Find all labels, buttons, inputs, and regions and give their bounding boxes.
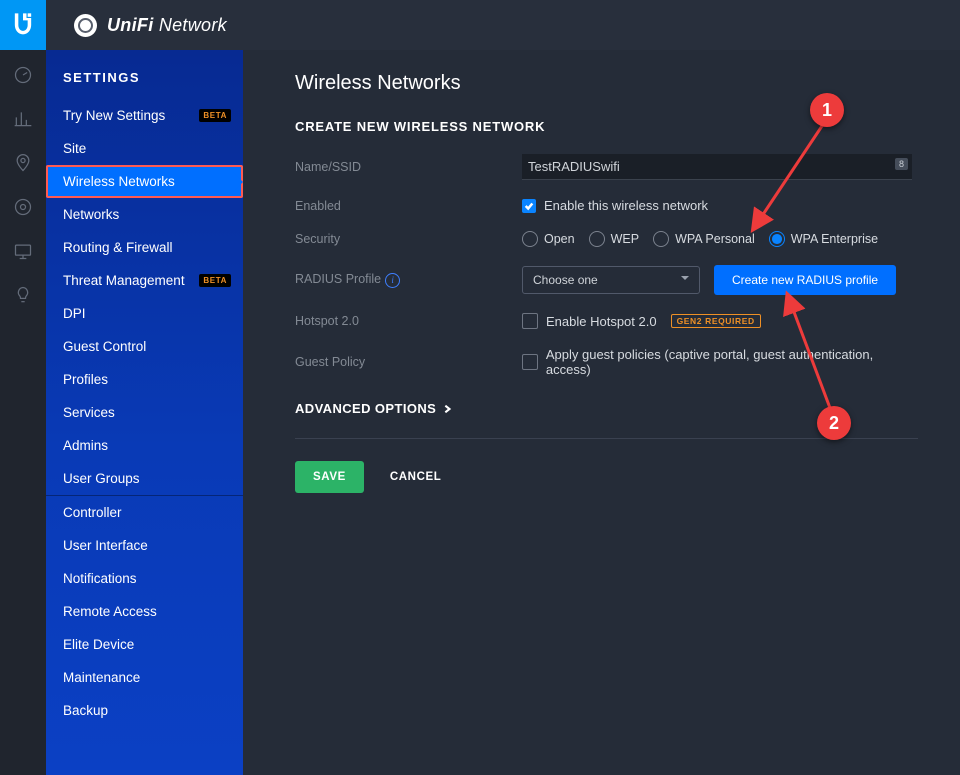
sidebar-item-label: DPI bbox=[63, 306, 86, 321]
sidebar-item-label: Threat Management bbox=[63, 273, 185, 288]
sidebar-item-networks[interactable]: Networks bbox=[46, 198, 243, 231]
sidebar-item-label: Profiles bbox=[63, 372, 108, 387]
radio-label: WPA Enterprise bbox=[791, 232, 878, 246]
main-panel: Wireless Networks CREATE NEW WIRELESS NE… bbox=[243, 50, 960, 775]
annotation-marker-2: 2 bbox=[817, 406, 851, 440]
sidebar-item-remote-access[interactable]: Remote Access bbox=[46, 595, 243, 628]
sidebar-item-guest-control[interactable]: Guest Control bbox=[46, 330, 243, 363]
radio-icon bbox=[522, 231, 538, 247]
clients-icon[interactable] bbox=[12, 240, 34, 262]
sidebar-item-label: Backup bbox=[63, 703, 108, 718]
sidebar-item-services[interactable]: Services bbox=[46, 396, 243, 429]
security-label: Security bbox=[295, 232, 522, 246]
radius-label: RADIUS Profilei bbox=[295, 272, 522, 288]
sidebar-item-label: Guest Control bbox=[63, 339, 146, 354]
product-badge: UniFi Network bbox=[74, 14, 227, 37]
enabled-label: Enabled bbox=[295, 199, 522, 213]
create-radius-profile-button[interactable]: Create new RADIUS profile bbox=[714, 265, 896, 295]
sidebar-item-dpi[interactable]: DPI bbox=[46, 297, 243, 330]
annotation-marker-1: 1 bbox=[810, 93, 844, 127]
map-icon[interactable] bbox=[12, 152, 34, 174]
brand-suffix: Network bbox=[159, 15, 227, 35]
brand-square[interactable] bbox=[0, 0, 46, 50]
divider bbox=[295, 438, 918, 439]
radio-label: WPA Personal bbox=[675, 232, 755, 246]
guest-policy-checkbox[interactable]: Apply guest policies (captive portal, gu… bbox=[522, 347, 918, 377]
sidebar-item-backup[interactable]: Backup bbox=[46, 694, 243, 727]
sidebar-item-try-new-settings[interactable]: Try New Settings BETA bbox=[46, 99, 243, 132]
save-button[interactable]: SAVE bbox=[295, 461, 364, 493]
statistics-icon[interactable] bbox=[12, 108, 34, 130]
hotspot-label: Hotspot 2.0 bbox=[295, 314, 522, 328]
insights-icon[interactable] bbox=[12, 284, 34, 306]
beta-badge: BETA bbox=[199, 109, 231, 122]
sidebar-item-notifications[interactable]: Notifications bbox=[46, 562, 243, 595]
sidebar-item-label: Admins bbox=[63, 438, 108, 453]
radio-icon bbox=[653, 231, 669, 247]
info-icon[interactable]: i bbox=[385, 273, 400, 288]
ubiquiti-logo-icon bbox=[9, 11, 37, 39]
page-title: Wireless Networks bbox=[295, 72, 918, 95]
gen2-required-badge: GEN2 REQUIRED bbox=[671, 314, 761, 328]
sidebar-item-label: Routing & Firewall bbox=[63, 240, 173, 255]
sidebar-item-label: Controller bbox=[63, 505, 122, 520]
sidebar-item-label: Wireless Networks bbox=[63, 174, 175, 189]
sidebar-item-label: Try New Settings bbox=[63, 108, 165, 123]
sidebar-item-routing-firewall[interactable]: Routing & Firewall bbox=[46, 231, 243, 264]
security-radio-wpa-enterprise[interactable]: WPA Enterprise bbox=[769, 231, 878, 247]
sidebar-item-wireless-networks[interactable]: Wireless Networks bbox=[46, 165, 243, 198]
guest-policy-label: Guest Policy bbox=[295, 355, 522, 369]
sidebar-item-label: Networks bbox=[63, 207, 119, 222]
radio-label: Open bbox=[544, 232, 575, 246]
brand-name: UniFi bbox=[107, 15, 154, 35]
radio-label: WEP bbox=[611, 232, 639, 246]
chevron-right-icon bbox=[442, 404, 452, 414]
sidebar-item-site[interactable]: Site bbox=[46, 132, 243, 165]
sidebar-item-user-interface[interactable]: User Interface bbox=[46, 529, 243, 562]
sidebar-item-admins[interactable]: Admins bbox=[46, 429, 243, 462]
sidebar-item-threat-management[interactable]: Threat Management BETA bbox=[46, 264, 243, 297]
radio-icon bbox=[589, 231, 605, 247]
security-radio-wep[interactable]: WEP bbox=[589, 231, 639, 247]
sidebar-item-label: Notifications bbox=[63, 571, 137, 586]
dashboard-icon[interactable] bbox=[12, 64, 34, 86]
sidebar-item-label: User Groups bbox=[63, 471, 140, 486]
ssid-char-badge: 8 bbox=[895, 158, 908, 170]
enable-network-label: Enable this wireless network bbox=[544, 198, 708, 213]
checkbox-empty-icon bbox=[522, 313, 538, 329]
ssid-label: Name/SSID bbox=[295, 160, 522, 174]
check-icon bbox=[522, 199, 536, 213]
checkbox-empty-icon bbox=[522, 354, 538, 370]
sidebar-item-maintenance[interactable]: Maintenance bbox=[46, 661, 243, 694]
enable-network-checkbox[interactable]: Enable this wireless network bbox=[522, 198, 708, 213]
sidebar-item-controller[interactable]: Controller bbox=[46, 496, 243, 529]
sidebar-item-label: Maintenance bbox=[63, 670, 140, 685]
hotspot-checkbox-label: Enable Hotspot 2.0 bbox=[546, 314, 657, 329]
radio-icon bbox=[769, 231, 785, 247]
cancel-button[interactable]: CANCEL bbox=[384, 470, 448, 484]
beta-badge: BETA bbox=[199, 274, 231, 287]
sidebar-heading: SETTINGS bbox=[46, 50, 243, 99]
settings-sidebar: SETTINGS Try New Settings BETA Site Wireles… bbox=[46, 50, 243, 775]
sidebar-item-label: Elite Device bbox=[63, 637, 134, 652]
security-radio-open[interactable]: Open bbox=[522, 231, 575, 247]
sidebar-item-label: Services bbox=[63, 405, 115, 420]
security-radio-group: Open WEP WPA Personal WPA Enterprise bbox=[522, 231, 878, 247]
sidebar-item-user-groups[interactable]: User Groups bbox=[46, 462, 243, 495]
sidebar-item-label: Site bbox=[63, 141, 86, 156]
sidebar-item-profiles[interactable]: Profiles bbox=[46, 363, 243, 396]
security-radio-wpa-personal[interactable]: WPA Personal bbox=[653, 231, 755, 247]
ssid-input[interactable] bbox=[522, 154, 912, 180]
guest-policy-checkbox-label: Apply guest policies (captive portal, gu… bbox=[546, 347, 918, 377]
app-header: UniFi Network bbox=[0, 0, 960, 50]
sidebar-item-label: User Interface bbox=[63, 538, 148, 553]
hotspot-checkbox[interactable]: Enable Hotspot 2.0 bbox=[522, 313, 657, 329]
devices-icon[interactable] bbox=[12, 196, 34, 218]
sidebar-item-elite-device[interactable]: Elite Device bbox=[46, 628, 243, 661]
sidebar-item-label: Remote Access bbox=[63, 604, 157, 619]
radius-profile-select[interactable]: Choose one bbox=[522, 266, 700, 294]
network-app-icon bbox=[74, 14, 97, 37]
nav-icon-column bbox=[0, 50, 46, 775]
